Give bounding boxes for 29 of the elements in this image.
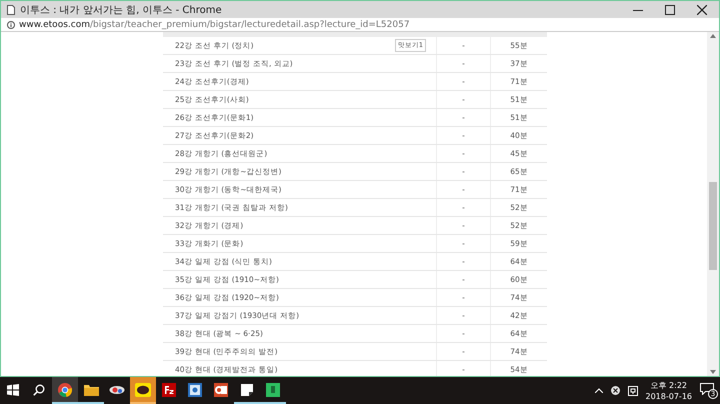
browser-icon bbox=[58, 382, 72, 396]
sticky-note-icon bbox=[241, 384, 253, 396]
chat-app-icon bbox=[135, 382, 151, 396]
folder-icon bbox=[84, 384, 98, 396]
notebook-app-icon bbox=[266, 382, 280, 396]
presentation-app-icon bbox=[214, 382, 228, 396]
page-icon bbox=[7, 4, 15, 14]
taskbar-button[interactable] bbox=[52, 377, 78, 404]
scroll-down-icon[interactable] bbox=[710, 370, 716, 374]
caret-icon[interactable] bbox=[594, 388, 602, 393]
maximize-icon[interactable] bbox=[665, 4, 675, 14]
window-title: 이투스 : 내가 앞서가는 힘, 이투스 - Chrome bbox=[20, 4, 223, 16]
info-icon[interactable] bbox=[7, 20, 15, 28]
clock-date[interactable]: 2018-07-16 bbox=[646, 390, 692, 402]
scroll-thumb[interactable] bbox=[709, 182, 717, 270]
clock-time[interactable]: 오후 2:22 bbox=[650, 380, 687, 390]
viewer-app-icon bbox=[188, 382, 202, 396]
status-circle-icon[interactable] bbox=[610, 386, 620, 395]
close-icon[interactable] bbox=[697, 4, 707, 14]
keyboard-language-icon[interactable] bbox=[628, 386, 638, 396]
notification-icon[interactable] bbox=[700, 382, 714, 394]
windows-logo-icon bbox=[7, 384, 19, 396]
url-text[interactable]: www.etoos.com/bigstar/teacher_premium/bigstar/lecturedetail.asp?lecture_id=L52057 bbox=[19, 20, 410, 30]
scroll-up-icon[interactable] bbox=[710, 34, 716, 38]
remote-app-icon bbox=[109, 384, 125, 396]
search-icon bbox=[33, 384, 45, 396]
scrollbar[interactable] bbox=[707, 32, 719, 376]
ftp-app-icon bbox=[162, 382, 176, 396]
taskbar-button[interactable] bbox=[130, 377, 156, 404]
